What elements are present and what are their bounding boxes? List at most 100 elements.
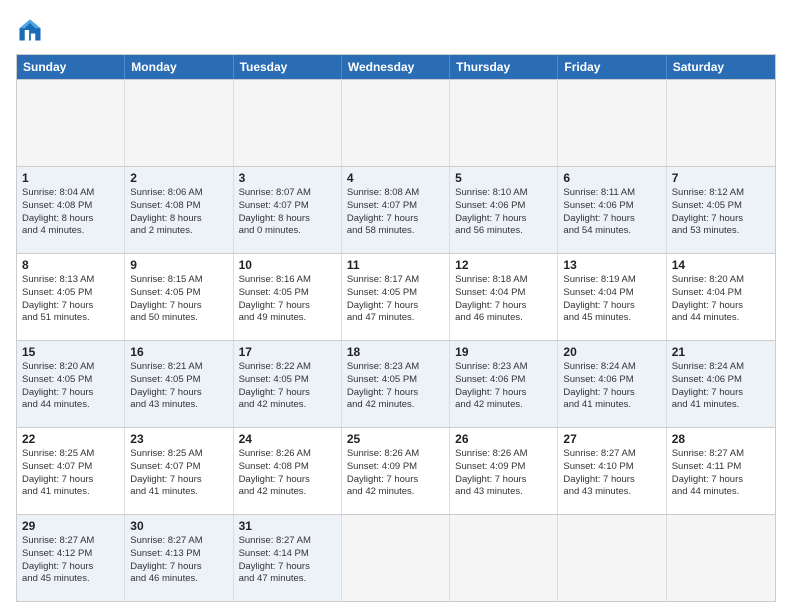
cell-line: Daylight: 7 hours (672, 300, 770, 313)
day-number: 19 (455, 345, 552, 359)
cell-line: Sunset: 4:04 PM (455, 287, 552, 300)
header-cell-friday: Friday (558, 55, 666, 79)
cell-line: Sunrise: 8:17 AM (347, 274, 444, 287)
cell-line: Sunrise: 8:27 AM (672, 448, 770, 461)
day-cell-30: 30Sunrise: 8:27 AMSunset: 4:13 PMDayligh… (125, 515, 233, 601)
cell-line: Sunset: 4:09 PM (347, 461, 444, 474)
cell-line: Sunrise: 8:22 AM (239, 361, 336, 374)
cell-line: and 41 minutes. (130, 486, 227, 499)
cell-line: and 42 minutes. (239, 486, 336, 499)
day-number: 11 (347, 258, 444, 272)
day-cell-14: 14Sunrise: 8:20 AMSunset: 4:04 PMDayligh… (667, 254, 775, 340)
cell-line: Sunrise: 8:21 AM (130, 361, 227, 374)
cell-line: Sunrise: 8:20 AM (22, 361, 119, 374)
day-cell-18: 18Sunrise: 8:23 AMSunset: 4:05 PMDayligh… (342, 341, 450, 427)
day-cell-3: 3Sunrise: 8:07 AMSunset: 4:07 PMDaylight… (234, 167, 342, 253)
empty-cell (667, 515, 775, 601)
cell-line: Sunset: 4:09 PM (455, 461, 552, 474)
day-cell-27: 27Sunrise: 8:27 AMSunset: 4:10 PMDayligh… (558, 428, 666, 514)
cell-line: and 42 minutes. (239, 399, 336, 412)
cell-line: Sunrise: 8:24 AM (563, 361, 660, 374)
header-cell-thursday: Thursday (450, 55, 558, 79)
day-number: 6 (563, 171, 660, 185)
cell-line: Daylight: 7 hours (347, 213, 444, 226)
header-cell-sunday: Sunday (17, 55, 125, 79)
cell-line: Sunrise: 8:23 AM (455, 361, 552, 374)
cell-line: Daylight: 7 hours (347, 474, 444, 487)
header-cell-tuesday: Tuesday (234, 55, 342, 79)
cell-line: Sunrise: 8:25 AM (130, 448, 227, 461)
cell-line: and 43 minutes. (130, 399, 227, 412)
day-cell-21: 21Sunrise: 8:24 AMSunset: 4:06 PMDayligh… (667, 341, 775, 427)
cell-line: Daylight: 7 hours (672, 213, 770, 226)
day-number: 23 (130, 432, 227, 446)
cell-line: Daylight: 7 hours (455, 474, 552, 487)
day-cell-7: 7Sunrise: 8:12 AMSunset: 4:05 PMDaylight… (667, 167, 775, 253)
day-cell-19: 19Sunrise: 8:23 AMSunset: 4:06 PMDayligh… (450, 341, 558, 427)
empty-cell (558, 515, 666, 601)
cell-line: Sunrise: 8:15 AM (130, 274, 227, 287)
day-cell-15: 15Sunrise: 8:20 AMSunset: 4:05 PMDayligh… (17, 341, 125, 427)
cell-line: Daylight: 8 hours (130, 213, 227, 226)
cell-line: Sunset: 4:06 PM (455, 200, 552, 213)
header-cell-saturday: Saturday (667, 55, 775, 79)
cell-line: Sunrise: 8:16 AM (239, 274, 336, 287)
cell-line: Sunset: 4:06 PM (563, 374, 660, 387)
cell-line: Sunrise: 8:10 AM (455, 187, 552, 200)
day-cell-1: 1Sunrise: 8:04 AMSunset: 4:08 PMDaylight… (17, 167, 125, 253)
calendar-week-2: 1Sunrise: 8:04 AMSunset: 4:08 PMDaylight… (17, 166, 775, 253)
cell-line: Sunrise: 8:06 AM (130, 187, 227, 200)
day-cell-6: 6Sunrise: 8:11 AMSunset: 4:06 PMDaylight… (558, 167, 666, 253)
cell-line: and 43 minutes. (455, 486, 552, 499)
day-number: 17 (239, 345, 336, 359)
cell-line: Sunset: 4:08 PM (130, 200, 227, 213)
day-cell-23: 23Sunrise: 8:25 AMSunset: 4:07 PMDayligh… (125, 428, 233, 514)
cell-line: and 54 minutes. (563, 225, 660, 238)
cell-line: and 0 minutes. (239, 225, 336, 238)
day-number: 20 (563, 345, 660, 359)
cell-line: Sunrise: 8:25 AM (22, 448, 119, 461)
calendar-week-3: 8Sunrise: 8:13 AMSunset: 4:05 PMDaylight… (17, 253, 775, 340)
cell-line: Sunset: 4:06 PM (563, 200, 660, 213)
cell-line: and 43 minutes. (563, 486, 660, 499)
day-cell-5: 5Sunrise: 8:10 AMSunset: 4:06 PMDaylight… (450, 167, 558, 253)
cell-line: and 49 minutes. (239, 312, 336, 325)
cell-line: Sunset: 4:07 PM (239, 200, 336, 213)
cell-line: Sunrise: 8:20 AM (672, 274, 770, 287)
cell-line: Daylight: 7 hours (455, 213, 552, 226)
cell-line: Daylight: 7 hours (455, 300, 552, 313)
day-number: 7 (672, 171, 770, 185)
cell-line: Sunset: 4:05 PM (347, 287, 444, 300)
cell-line: Daylight: 7 hours (22, 561, 119, 574)
day-cell-4: 4Sunrise: 8:08 AMSunset: 4:07 PMDaylight… (342, 167, 450, 253)
day-number: 31 (239, 519, 336, 533)
day-number: 25 (347, 432, 444, 446)
cell-line: Sunrise: 8:11 AM (563, 187, 660, 200)
cell-line: Sunset: 4:06 PM (672, 374, 770, 387)
cell-line: Daylight: 7 hours (455, 387, 552, 400)
day-cell-13: 13Sunrise: 8:19 AMSunset: 4:04 PMDayligh… (558, 254, 666, 340)
day-number: 18 (347, 345, 444, 359)
day-cell-22: 22Sunrise: 8:25 AMSunset: 4:07 PMDayligh… (17, 428, 125, 514)
day-cell-10: 10Sunrise: 8:16 AMSunset: 4:05 PMDayligh… (234, 254, 342, 340)
cell-line: Sunset: 4:08 PM (239, 461, 336, 474)
day-number: 10 (239, 258, 336, 272)
header-cell-wednesday: Wednesday (342, 55, 450, 79)
cell-line: and 53 minutes. (672, 225, 770, 238)
cell-line: Daylight: 7 hours (22, 474, 119, 487)
empty-cell (342, 80, 450, 166)
empty-cell (125, 80, 233, 166)
day-cell-9: 9Sunrise: 8:15 AMSunset: 4:05 PMDaylight… (125, 254, 233, 340)
cell-line: Sunset: 4:07 PM (130, 461, 227, 474)
cell-line: Daylight: 7 hours (22, 300, 119, 313)
cell-line: Daylight: 7 hours (672, 387, 770, 400)
calendar-week-5: 22Sunrise: 8:25 AMSunset: 4:07 PMDayligh… (17, 427, 775, 514)
day-number: 2 (130, 171, 227, 185)
empty-cell (342, 515, 450, 601)
cell-line: and 4 minutes. (22, 225, 119, 238)
cell-line: Daylight: 7 hours (347, 387, 444, 400)
cell-line: and 46 minutes. (130, 573, 227, 586)
day-number: 8 (22, 258, 119, 272)
cell-line: Sunrise: 8:27 AM (563, 448, 660, 461)
cell-line: Sunset: 4:05 PM (130, 374, 227, 387)
